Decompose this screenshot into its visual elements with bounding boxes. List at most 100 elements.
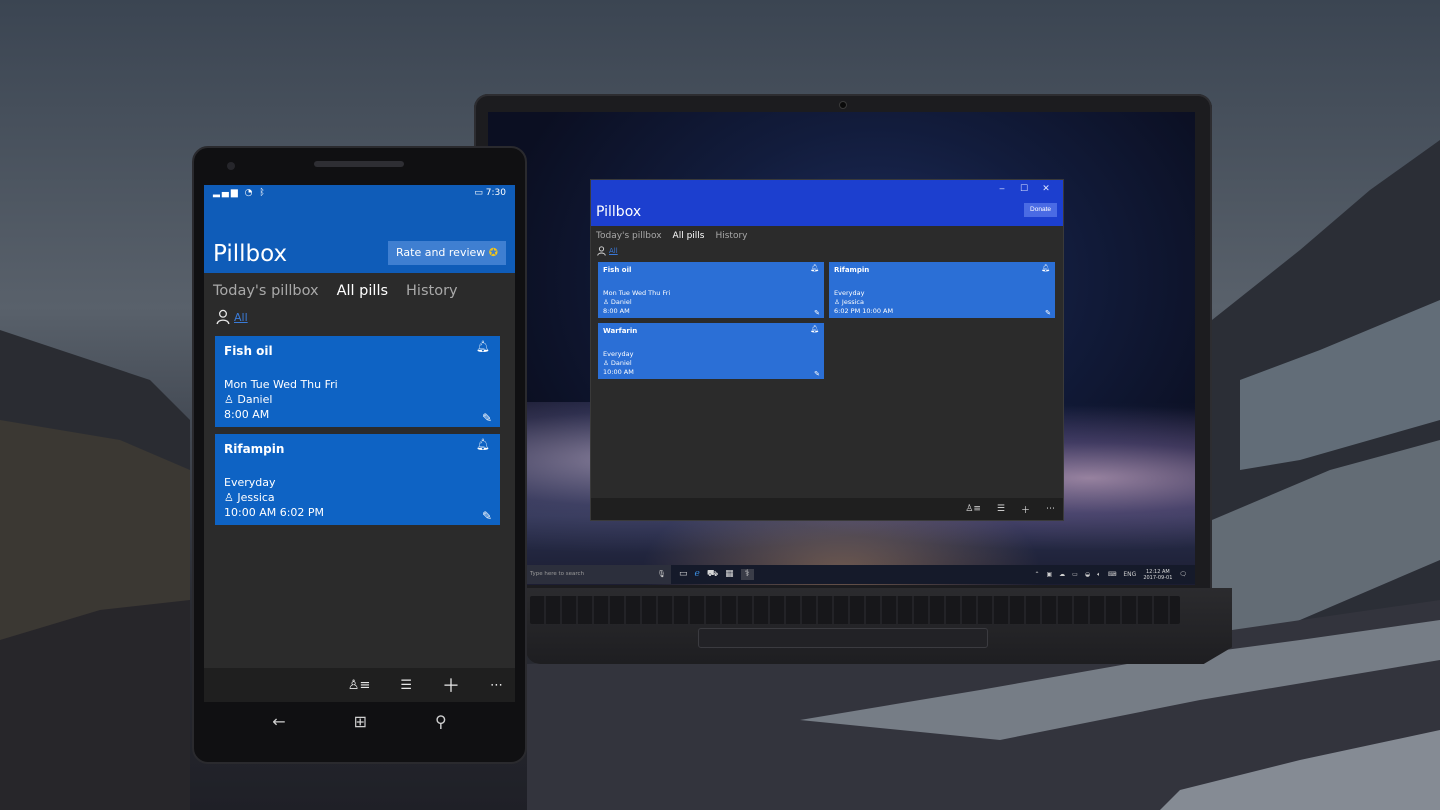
keyboard-icon[interactable]: ⌨ [1108, 571, 1117, 578]
volume-icon[interactable]: 🔈︎ [1097, 571, 1101, 579]
pencil-icon[interactable]: ✎ [482, 411, 492, 425]
webcam [839, 101, 847, 109]
trackpad [698, 628, 988, 648]
checklist-icon[interactable]: ☰ [997, 504, 1005, 514]
pill-schedule: Everyday [603, 350, 634, 358]
tab-history[interactable]: History [406, 283, 458, 299]
pill-card-rifampin[interactable]: Rifampin 🔔︎ Everyday ♙ Jessica 6:02 PM 1… [829, 262, 1055, 318]
minimize-button[interactable]: ‒ [991, 182, 1013, 196]
wifi-icon: ◔ [244, 188, 255, 198]
tab-history[interactable]: History [715, 231, 747, 241]
phone-app-screen: ▂▄▆ ◔ ᛒ ▭ 7:30 Pillbox Rate and review ✪… [204, 185, 515, 702]
checklist-icon[interactable]: ☰ [400, 678, 412, 693]
pill-schedule: Mon Tue Wed Thu Fri [224, 378, 338, 391]
language-indicator[interactable]: ENG [1123, 571, 1136, 578]
pencil-icon[interactable]: ✎ [814, 309, 820, 317]
status-time: 7:30 [485, 188, 506, 198]
pill-person: ♙ Daniel [603, 359, 632, 367]
system-tray: ⌃ ▣ ☁ ▭ ◒ 🔈︎ ⌨ ENG 12:12 AM 2017-09-01 🗨… [1034, 569, 1195, 581]
pill-times: 10:00 AM [603, 368, 634, 376]
battery-icon[interactable]: ▭ [1072, 571, 1078, 578]
people-list-icon[interactable]: ♙≡ [965, 504, 981, 514]
clock-time: 12:12 AM [1145, 568, 1170, 575]
network-icon[interactable]: ◒ [1085, 571, 1090, 578]
pill-card-fish-oil[interactable]: Fish oil 🔔︎ Mon Tue Wed Thu Fri ♙ Daniel… [215, 336, 500, 427]
chevron-up-icon[interactable]: ⌃ [1034, 571, 1039, 578]
close-button[interactable]: ✕ [1035, 182, 1057, 196]
desktop-tabs: Today's pillbox All pills History [591, 226, 1063, 241]
bell-icon[interactable]: 🔔︎ [1041, 264, 1050, 272]
onedrive-icon[interactable]: ☁ [1059, 571, 1065, 578]
tab-todays-pillbox[interactable]: Today's pillbox [596, 231, 662, 241]
pill-name: Warfarin [603, 327, 638, 335]
status-icons: ▂▄▆ ◔ ᛒ [213, 188, 267, 198]
app-title: Pillbox [596, 204, 642, 220]
person-icon: ♙ [603, 298, 611, 306]
person-icon: ♙ [834, 298, 842, 306]
phone-speaker [314, 161, 404, 167]
phone-tabs: Today's pillbox All pills History [204, 273, 515, 299]
add-icon[interactable]: ＋ [442, 672, 460, 698]
windows-start-icon[interactable]: ⊞ [354, 712, 367, 731]
person-icon: ♙ [224, 393, 238, 406]
pill-card-warfarin[interactable]: Warfarin 🔔︎ Everyday ♙ Daniel 10:00 AM ✎ [598, 323, 824, 379]
person-icon: ♙ [603, 359, 611, 367]
pill-schedule: Everyday [224, 476, 276, 489]
windows-taskbar: Type here to search 🎙︎ ▭ ℯ ⛟ ▦ ⚕ ⌃ ▣ ☁ ▭… [525, 565, 1195, 584]
pillbox-app-icon[interactable]: ⚕ [740, 569, 754, 580]
tab-all-pills[interactable]: All pills [673, 231, 705, 241]
tray-app-icon[interactable]: ▣ [1047, 571, 1053, 578]
filter-all-link[interactable]: All [234, 311, 248, 324]
person-icon: ♙ [224, 491, 238, 504]
pill-person-name: Daniel [610, 359, 632, 367]
store-icon[interactable]: ⛟ [707, 569, 718, 580]
pill-person-name: Daniel [610, 298, 632, 306]
pill-card-rifampin[interactable]: Rifampin 🔔︎ Everyday ♙ Jessica 10:00 AM … [215, 434, 500, 525]
person-icon [216, 309, 230, 325]
bluetooth-icon: ᛒ [259, 188, 267, 198]
maximize-button[interactable]: ☐ [1013, 182, 1035, 196]
more-icon[interactable]: ⋯ [1046, 504, 1055, 514]
desktop-titlebar: ‒ ☐ ✕ Pillbox Donate [591, 180, 1063, 226]
back-icon[interactable]: ← [272, 712, 285, 731]
person-icon [597, 246, 606, 256]
tab-all-pills[interactable]: All pills [337, 283, 388, 299]
pencil-icon[interactable]: ✎ [482, 509, 492, 523]
phone-camera [227, 162, 235, 170]
search-icon[interactable]: ⚲ [435, 712, 447, 731]
bell-icon[interactable]: 🔔︎ [810, 325, 819, 333]
more-icon[interactable]: ⋯ [490, 678, 503, 693]
calendar-icon[interactable]: ▦ [725, 569, 734, 580]
tab-todays-pillbox[interactable]: Today's pillbox [213, 283, 319, 299]
bell-icon[interactable]: 🔔︎ [476, 438, 490, 451]
pill-card-fish-oil[interactable]: Fish oil 🔔︎ Mon Tue Wed Thu Fri ♙ Daniel… [598, 262, 824, 318]
taskbar-clock[interactable]: 12:12 AM 2017-09-01 [1143, 569, 1172, 581]
pill-name: Fish oil [224, 344, 273, 358]
pencil-icon[interactable]: ✎ [1045, 309, 1051, 317]
clock-date: 2017-09-01 [1143, 574, 1173, 581]
pill-times: 8:00 AM [224, 408, 270, 421]
edge-icon[interactable]: ℯ [695, 569, 700, 580]
pill-person-name: Jessica [841, 298, 864, 306]
phone-command-bar: ♙≡ ☰ ＋ ⋯ [204, 668, 515, 702]
pill-person: ♙ Daniel [603, 298, 632, 306]
file-explorer-icon[interactable]: ▭ [679, 569, 688, 580]
donate-button[interactable]: Donate [1024, 203, 1057, 217]
bell-icon[interactable]: 🔔︎ [810, 264, 819, 272]
pencil-icon[interactable]: ✎ [814, 370, 820, 378]
pill-person-name: Daniel [237, 393, 273, 406]
people-list-icon[interactable]: ♙≡ [348, 678, 371, 693]
person-filter: All [591, 241, 1063, 257]
battery-icon: ▭ [474, 188, 486, 198]
taskbar-search[interactable]: Type here to search 🎙︎ [525, 565, 671, 584]
microphone-icon[interactable]: 🎙︎ [657, 565, 666, 584]
add-icon[interactable]: ＋ [1021, 503, 1030, 516]
pill-times: 8:00 AM [603, 307, 630, 315]
pill-person: ♙ Jessica [834, 298, 864, 306]
desktop-app-window: ‒ ☐ ✕ Pillbox Donate Today's pillbox All… [590, 179, 1064, 521]
filter-all-link[interactable]: All [609, 247, 618, 255]
notifications-icon[interactable]: 🗨︎ [1179, 571, 1187, 578]
bell-icon[interactable]: 🔔︎ [476, 340, 490, 353]
rate-and-review-button[interactable]: Rate and review ✪ [387, 241, 506, 265]
phone-header: ▂▄▆ ◔ ᛒ ▭ 7:30 Pillbox Rate and review ✪ [204, 185, 515, 273]
